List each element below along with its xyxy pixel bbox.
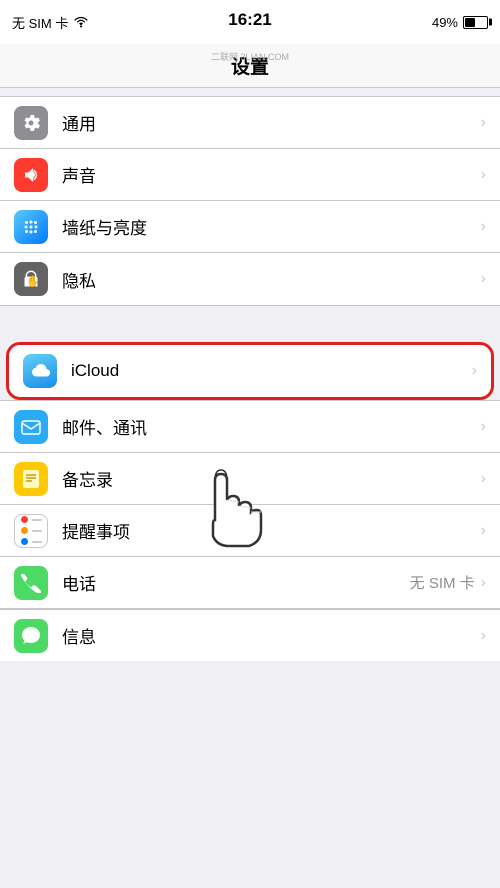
sound-chevron: › xyxy=(481,166,486,184)
mail-chevron: › xyxy=(481,418,486,436)
mail-label: 邮件、通讯 xyxy=(62,414,481,439)
mail-icon-wrapper xyxy=(14,410,48,444)
notes-chevron: › xyxy=(481,470,486,488)
gear-icon xyxy=(20,112,42,134)
sim-label: 无 SIM 卡 xyxy=(12,13,68,32)
privacy-icon: ✋ xyxy=(20,268,42,290)
privacy-icon-wrapper: ✋ xyxy=(14,262,48,296)
sound-icon xyxy=(20,164,42,186)
battery-fill xyxy=(465,18,475,27)
wallpaper-icon-wrapper xyxy=(14,210,48,244)
icloud-icon-wrapper xyxy=(23,354,57,388)
phone-label: 电话 xyxy=(62,570,410,595)
wallpaper-label: 墙纸与亮度 xyxy=(62,214,481,239)
privacy-label: 隐私 xyxy=(62,267,481,292)
icloud-highlight-wrapper: iCloud › xyxy=(6,342,494,400)
settings-item-general[interactable]: 通用 › xyxy=(0,97,500,149)
notes-icon-wrapper xyxy=(14,462,48,496)
privacy-chevron: › xyxy=(481,270,486,288)
watermark: 二联网 3LIAN.COM xyxy=(211,50,289,63)
notes-label: 备忘录 xyxy=(62,466,481,491)
wallpaper-chevron: › xyxy=(481,218,486,236)
wallpaper-icon xyxy=(20,216,42,238)
settings-container: 通用 › 声音 › xyxy=(0,96,500,661)
settings-item-mail[interactable]: 邮件、通讯 › xyxy=(0,401,500,453)
status-time: 16:21 xyxy=(228,10,271,30)
status-right: 49% xyxy=(432,15,488,30)
general-icon-wrapper xyxy=(14,106,48,140)
messages-chevron: › xyxy=(481,627,486,645)
section-cloud: iCloud › 邮件、通讯 › xyxy=(0,342,500,661)
reminders-icon-wrapper xyxy=(14,514,48,548)
settings-item-reminders[interactable]: 提醒事项 › xyxy=(0,505,500,557)
icloud-chevron: › xyxy=(472,362,477,380)
settings-item-wallpaper[interactable]: 墙纸与亮度 › xyxy=(0,201,500,253)
settings-item-notes[interactable]: 备忘录 › xyxy=(0,453,500,505)
reminders-label: 提醒事项 xyxy=(62,518,481,543)
mail-icon xyxy=(20,418,42,436)
reminders-chevron: › xyxy=(481,522,486,540)
status-bar: 无 SIM 卡 16:21 49% xyxy=(0,0,500,44)
phone-value: 无 SIM 卡 xyxy=(410,572,475,593)
phone-icon xyxy=(21,573,41,593)
battery-percent: 49% xyxy=(432,15,458,30)
section-general: 通用 › 声音 › xyxy=(0,96,500,306)
status-left: 无 SIM 卡 xyxy=(12,13,89,32)
messages-label: 信息 xyxy=(62,623,481,648)
phone-chevron: › xyxy=(481,574,486,592)
settings-item-messages[interactable]: 信息 › xyxy=(0,609,500,661)
settings-item-privacy[interactable]: ✋ 隐私 › xyxy=(0,253,500,305)
messages-icon-wrapper xyxy=(14,619,48,653)
sound-icon-wrapper xyxy=(14,158,48,192)
settings-item-sound[interactable]: 声音 › xyxy=(0,149,500,201)
cloud-icon xyxy=(29,362,51,380)
general-chevron: › xyxy=(481,114,486,132)
settings-item-icloud[interactable]: iCloud › xyxy=(9,345,491,397)
icloud-label: iCloud xyxy=(71,361,472,381)
messages-icon xyxy=(20,625,42,647)
wifi-icon xyxy=(73,16,89,28)
settings-item-phone[interactable]: 电话 无 SIM 卡 › xyxy=(0,557,500,609)
svg-text:✋: ✋ xyxy=(26,275,40,288)
battery-icon xyxy=(463,16,488,29)
phone-icon-wrapper xyxy=(14,566,48,600)
general-label: 通用 xyxy=(62,110,481,135)
section-gap-1 xyxy=(0,334,500,342)
sound-label: 声音 xyxy=(62,162,481,187)
notes-icon xyxy=(20,468,42,490)
